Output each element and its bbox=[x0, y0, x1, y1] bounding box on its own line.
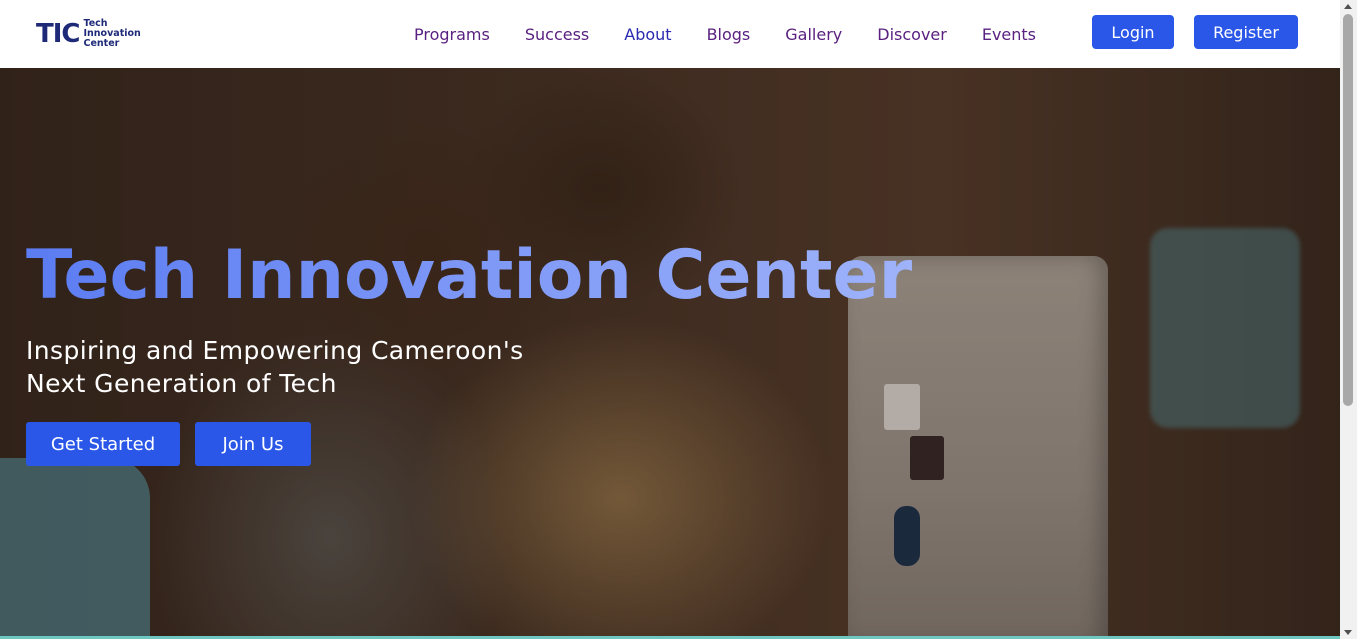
register-button[interactable]: Register bbox=[1194, 15, 1298, 49]
nav-link-events[interactable]: Events bbox=[982, 25, 1036, 44]
nav-link-discover[interactable]: Discover bbox=[877, 25, 947, 44]
hero-actions: Get Started Join Us bbox=[26, 422, 912, 466]
logo-text: Tech Innovation Center bbox=[84, 19, 141, 49]
logo-mark: TIC bbox=[36, 19, 80, 49]
site-logo[interactable]: TIC Tech Innovation Center bbox=[36, 19, 141, 49]
logo-text-line-3: Center bbox=[83, 38, 120, 49]
vertical-scrollbar[interactable] bbox=[1340, 0, 1357, 639]
top-navbar: TIC Tech Innovation Center Programs Succ… bbox=[0, 0, 1340, 68]
scroll-up-arrow-icon[interactable] bbox=[1344, 4, 1352, 9]
join-us-button[interactable]: Join Us bbox=[195, 422, 311, 466]
nav-link-about[interactable]: About bbox=[624, 25, 671, 44]
hero-section: Tech Innovation Center Inspiring and Emp… bbox=[0, 68, 1340, 636]
scrollbar-thumb[interactable] bbox=[1343, 14, 1353, 406]
nav-link-programs[interactable]: Programs bbox=[414, 25, 490, 44]
hero-content: Tech Innovation Center Inspiring and Emp… bbox=[26, 238, 912, 466]
scroll-down-arrow-icon[interactable] bbox=[1344, 630, 1352, 635]
hero-title: Tech Innovation Center bbox=[26, 236, 913, 315]
main-nav: Programs Success About Blogs Gallery Dis… bbox=[414, 0, 1071, 68]
get-started-button[interactable]: Get Started bbox=[26, 422, 180, 466]
nav-link-gallery[interactable]: Gallery bbox=[785, 25, 842, 44]
login-button[interactable]: Login bbox=[1092, 15, 1174, 49]
hero-subtitle: Inspiring and Empowering Cameroon's Next… bbox=[26, 336, 524, 398]
auth-buttons: Login Register bbox=[1092, 15, 1298, 49]
nav-link-success[interactable]: Success bbox=[525, 25, 589, 44]
nav-link-blogs[interactable]: Blogs bbox=[707, 25, 751, 44]
